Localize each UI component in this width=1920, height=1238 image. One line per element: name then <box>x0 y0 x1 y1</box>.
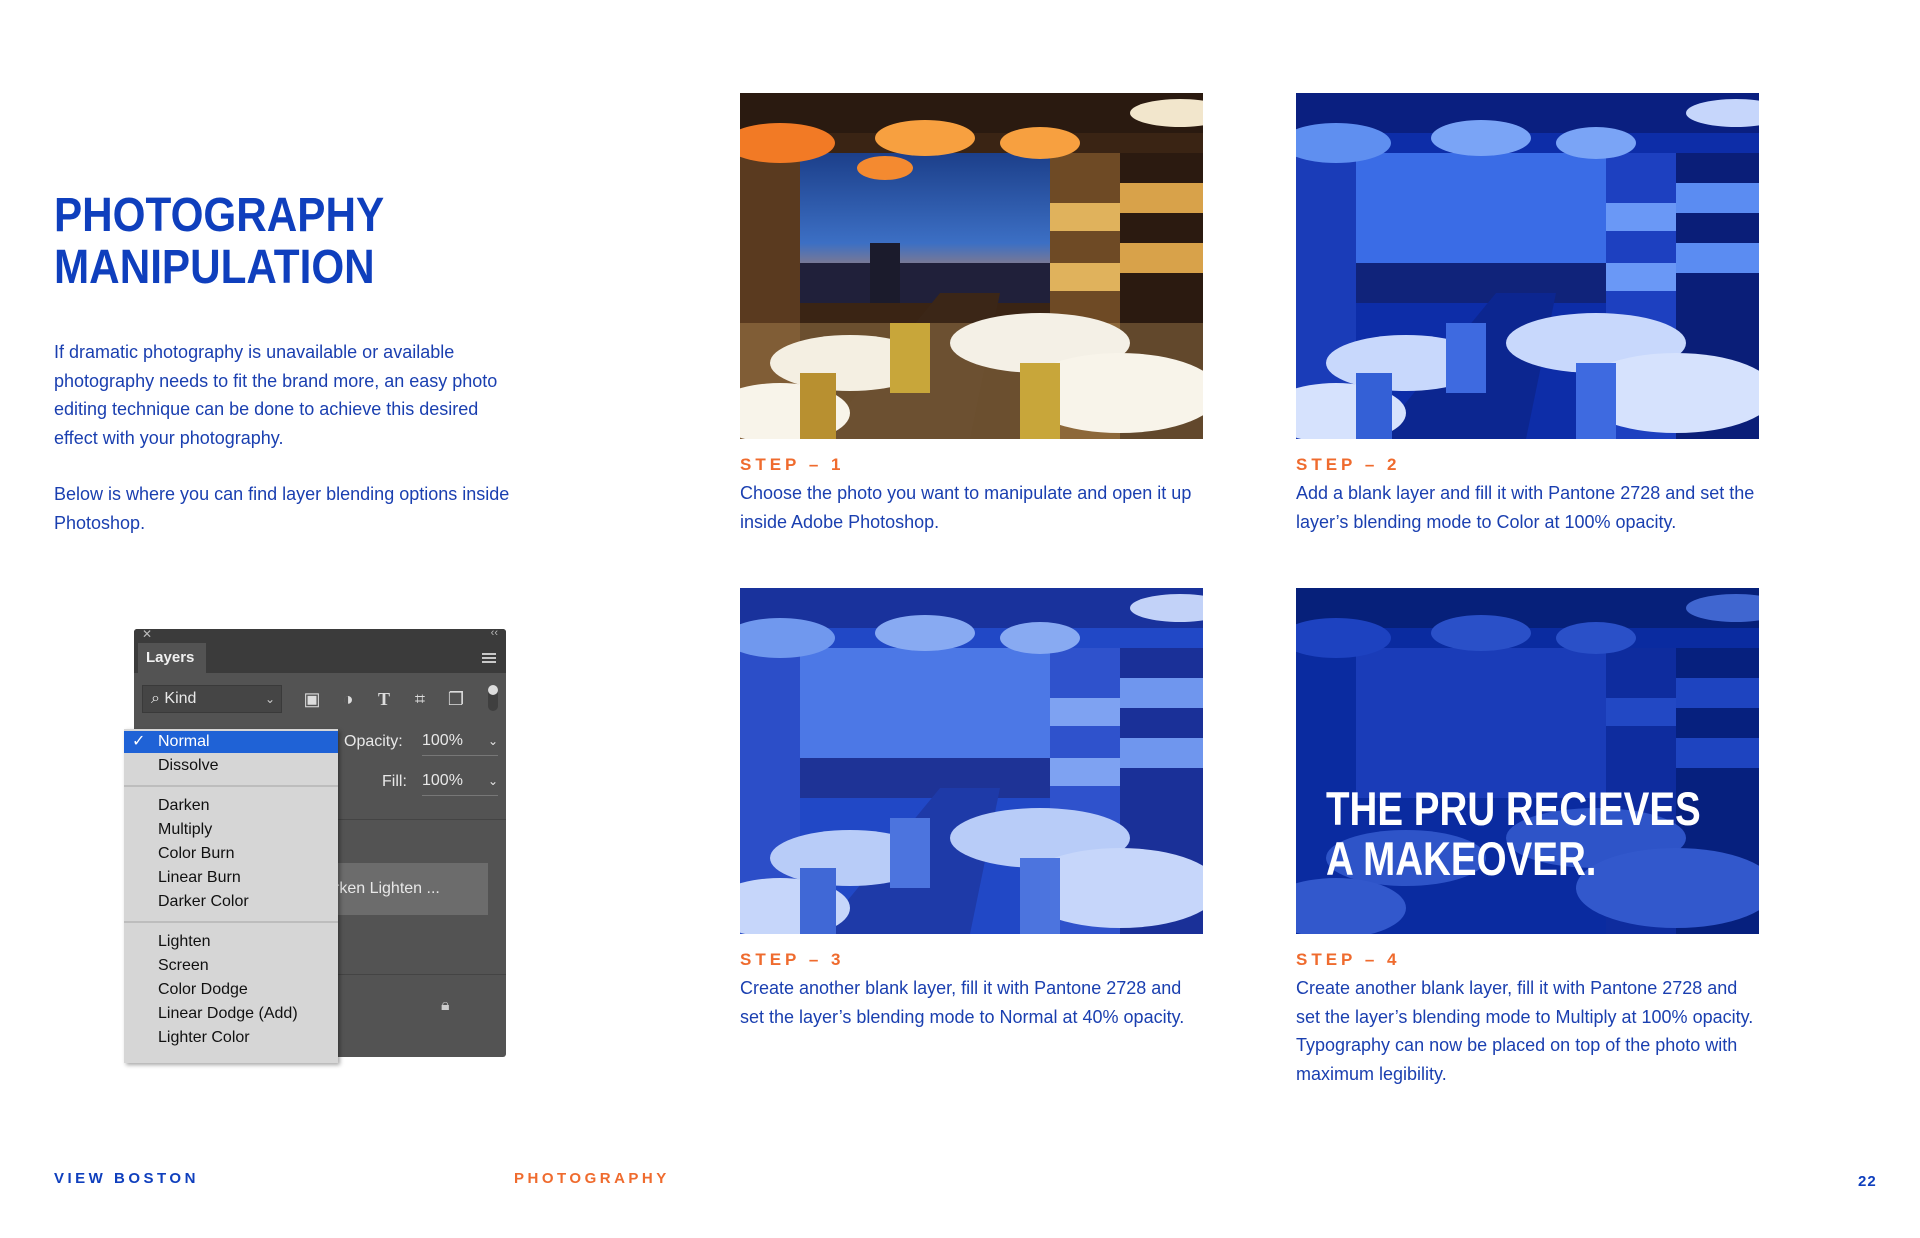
chevron-down-icon: ⌄ <box>264 692 275 706</box>
step-4-photo: THE PRU RECIEVES A MAKEOVER. <box>1296 588 1759 934</box>
fill-label: Fill: <box>382 773 407 790</box>
page-title: PHOTOGRAPHY MANIPULATION <box>54 190 384 294</box>
filter-toggle[interactable] <box>488 685 498 711</box>
close-icon[interactable]: ✕ <box>142 629 152 641</box>
blend-mode-darker-color[interactable]: Darker Color <box>124 891 338 913</box>
step-3-photo <box>740 588 1203 934</box>
step-2-text: Add a blank layer and fill it with Panto… <box>1296 483 1755 532</box>
tab-layers[interactable]: Layers <box>138 643 206 673</box>
lock-icon[interactable]: 🔒︎ <box>441 997 450 1015</box>
step-4-label: STEP – 4 <box>1296 950 1401 969</box>
intro-paragraph-1: If dramatic photography is unavailable o… <box>54 342 498 448</box>
step-2-label: STEP – 2 <box>1296 455 1401 474</box>
blend-mode-dissolve[interactable]: Dissolve <box>124 755 338 777</box>
filter-icons: ▣ ◑ T ⌗ ❐ <box>299 687 469 711</box>
blend-mode-multiply[interactable]: Multiply <box>124 819 338 841</box>
blend-mode-linear-dodge[interactable]: Linear Dodge (Add) <box>124 1003 338 1025</box>
footer-section: PHOTOGRAPHY <box>514 1170 670 1187</box>
overlay-headline-line1: THE PRU RECIEVES <box>1326 782 1701 835</box>
panel-tabbar: Layers <box>134 643 506 673</box>
blend-mode-lighten[interactable]: Lighten <box>124 931 338 953</box>
intro-paragraph-2: Below is where you can find layer blendi… <box>54 484 510 533</box>
step-3-label: STEP – 3 <box>740 950 845 969</box>
page-number: 22 <box>1858 1173 1877 1190</box>
image-filter-icon[interactable]: ▣ <box>299 687 325 711</box>
blend-mode-normal[interactable]: ✓ Normal <box>124 731 338 753</box>
blend-mode-darken[interactable]: Darken <box>124 795 338 817</box>
chevron-down-icon: ⌄ <box>487 734 498 748</box>
adjustment-filter-icon[interactable]: ◑ <box>335 687 361 711</box>
collapse-icon[interactable]: ‹‹ <box>491 629 498 639</box>
divider <box>124 921 338 923</box>
blend-mode-dropdown[interactable]: ✓ Normal Dissolve Darken Multiply Color … <box>124 729 338 1063</box>
kind-label: Kind <box>164 690 197 707</box>
step-4-text: Create another blank layer, fill it with… <box>1296 978 1754 1084</box>
blend-mode-lighter-color[interactable]: Lighter Color <box>124 1027 338 1049</box>
step-3-text: Create another blank layer, fill it with… <box>740 978 1185 1027</box>
fill-field[interactable]: 100% ⌄ <box>422 767 498 796</box>
step-1-text: Choose the photo you want to manipulate … <box>740 483 1192 532</box>
divider <box>124 785 338 787</box>
intro-text: If dramatic photography is unavailable o… <box>54 338 524 565</box>
blend-mode-color-dodge[interactable]: Color Dodge <box>124 979 338 1001</box>
checkmark-icon: ✓ <box>132 733 146 750</box>
footer-brand: VIEW BOSTON <box>54 1170 199 1187</box>
panel-titlebar: ✕ ‹‹ <box>134 629 506 643</box>
blend-mode-screen[interactable]: Screen <box>124 955 338 977</box>
overlay-headline: THE PRU RECIEVES A MAKEOVER. <box>1326 784 1701 884</box>
step-1-photo <box>740 93 1203 439</box>
opacity-field[interactable]: 100% ⌄ <box>422 727 498 756</box>
step-2-photo <box>1296 93 1759 439</box>
page-title-line2: MANIPULATION <box>54 241 375 294</box>
blend-mode-color-burn[interactable]: Color Burn <box>124 843 338 865</box>
fill-value: 100% <box>422 772 463 789</box>
type-filter-icon[interactable]: T <box>371 687 397 711</box>
chevron-down-icon: ⌄ <box>487 774 498 788</box>
kind-filter-select[interactable]: ⌕ Kind ⌄ <box>142 685 282 713</box>
blend-mode-linear-burn[interactable]: Linear Burn <box>124 867 338 889</box>
search-icon: ⌕ <box>151 690 160 707</box>
page-title-line1: PHOTOGRAPHY <box>54 189 385 242</box>
opacity-label: Opacity: <box>344 733 403 750</box>
opacity-value: 100% <box>422 732 463 749</box>
shape-filter-icon[interactable]: ⌗ <box>407 687 433 711</box>
step-1-label: STEP – 1 <box>740 455 845 474</box>
smart-object-filter-icon[interactable]: ❐ <box>443 687 469 711</box>
panel-menu-icon[interactable] <box>482 653 496 665</box>
overlay-headline-line2: A MAKEOVER. <box>1326 832 1597 885</box>
